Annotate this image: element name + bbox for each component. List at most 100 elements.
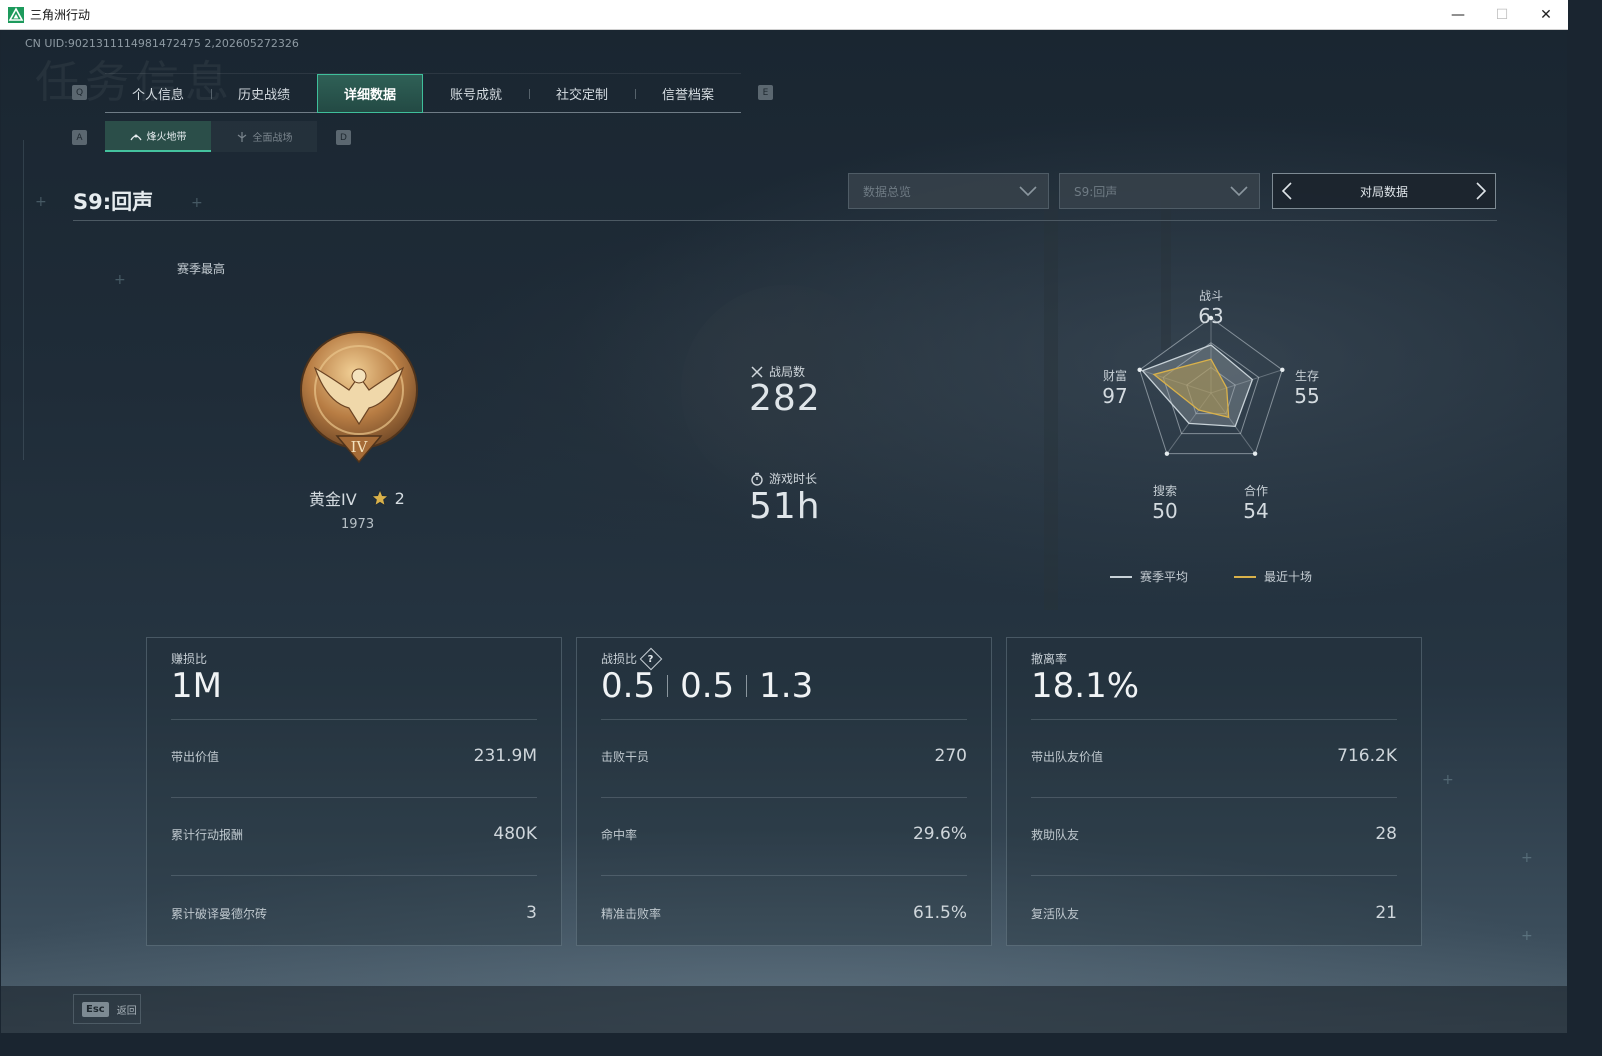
radar-axis-label: 搜索 [1152, 484, 1177, 498]
card-row: 复活队友 21 [1031, 903, 1397, 923]
legend-label: 最近十场 [1264, 570, 1313, 584]
card-big-value: 0.5 0.5 1.3 [601, 666, 813, 706]
row-label: 击败干员 [601, 749, 650, 764]
rank-score: 1973 [341, 517, 375, 532]
legend-season-avg: 赛季平均 [1110, 568, 1188, 585]
back-button[interactable]: Esc 返回 [73, 994, 141, 1024]
card-divider [1031, 875, 1397, 876]
playtime-label: 游戏时长 [769, 472, 818, 486]
card-divider [601, 797, 967, 798]
card-row: 带出队友价值 716.2K [1031, 746, 1397, 766]
key-hint-a: A [72, 130, 87, 145]
season-best-label: 赛季最高 [177, 262, 226, 276]
value-separator [667, 675, 669, 697]
game-stage: 任务信息 + + + + + + CN UID:9021311114981472… [1, 30, 1567, 1033]
ability-radar: 战斗 63 生存 55 合作 54 搜索 50 财富 97 [1091, 275, 1331, 535]
key-hint-q: Q [72, 85, 87, 100]
card-label: 赚损比 [171, 650, 207, 667]
minimize-button[interactable]: — [1436, 0, 1480, 30]
card-big-text: 18.1% [1031, 666, 1140, 706]
row-value: 21 [1375, 903, 1397, 923]
card-row: 精准击败率 61.5% [601, 903, 967, 923]
card-label-text: 战损比 [601, 652, 638, 666]
radar-axis-value: 63 [1198, 304, 1224, 328]
dropdown-value: S9:回声 [1074, 184, 1118, 199]
kd-part: 0.5 [680, 666, 735, 706]
season-title: S9:回声 [73, 190, 154, 214]
crosshair-decor-icon: + [1521, 850, 1533, 866]
card-divider [171, 875, 537, 876]
card-row: 带出价值 231.9M [171, 746, 537, 766]
legend-swatch [1110, 575, 1132, 578]
row-value: 29.6% [912, 824, 967, 844]
profit-loss-card: 赚损比 1M 带出价值 231.9M 累计行动报酬 480K 累计破译曼德尔砖 … [146, 637, 562, 946]
row-label: 带出价值 [171, 749, 220, 764]
card-label: 战损比 ? [601, 647, 663, 670]
tab-achievements[interactable]: 账号成就 [423, 74, 529, 113]
legend-recent-ten: 最近十场 [1234, 568, 1312, 585]
kd-ratio-card: 战损比 ? 0.5 0.5 1.3 击败干员 270 命中率 29.6% 精准击… [576, 637, 992, 946]
card-divider [171, 719, 537, 720]
chevron-down-icon [1019, 186, 1037, 197]
playtime-value: 51h [749, 486, 821, 527]
row-value: 61.5% [912, 903, 967, 923]
bottom-bar [1, 986, 1567, 1033]
card-row: 救助队友 28 [1031, 824, 1397, 844]
radar-axis-label: 战斗 [1198, 289, 1223, 303]
radar-axis-value: 54 [1243, 499, 1269, 523]
row-label: 精准击败率 [601, 906, 662, 921]
matches-value: 282 [749, 378, 821, 419]
row-value: 3 [526, 903, 537, 923]
radar-axis-value: 97 [1102, 384, 1128, 408]
radar-axis-value: 55 [1294, 384, 1320, 408]
chevron-left-icon[interactable] [1281, 181, 1293, 201]
close-button[interactable]: ✕ [1524, 0, 1568, 30]
data-view-dropdown[interactable]: 数据总览 [848, 173, 1049, 209]
card-row: 累计破译曼德尔砖 3 [171, 903, 537, 923]
data-type-pager: 对局数据 [1272, 173, 1496, 209]
subtab-label: 烽火地带 [146, 132, 187, 143]
row-value: 270 [934, 746, 967, 766]
stopwatch-icon [751, 472, 763, 486]
row-label: 命中率 [601, 827, 638, 842]
crossed-swords-icon [751, 365, 763, 378]
chevron-right-icon[interactable] [1475, 181, 1487, 201]
row-label: 累计破译曼德尔砖 [171, 906, 268, 921]
crosshair-decor-icon: + [191, 195, 203, 211]
back-label: 返回 [116, 1005, 137, 1017]
tab-credit-record[interactable]: 信誉档案 [635, 74, 741, 113]
playtime-label-group: 游戏时长 [750, 470, 817, 487]
player-uid: CN UID:9021311114981472475 2,20260527232… [25, 37, 299, 50]
tab-match-history[interactable]: 历史战绩 [211, 74, 317, 113]
card-divider [171, 797, 537, 798]
rank-name: 黄金IV [309, 490, 357, 509]
card-big-value: 1M [171, 666, 222, 706]
card-big-text: 1M [171, 666, 222, 706]
maximize-button[interactable]: ☐ [1480, 0, 1524, 30]
tab-detailed-data[interactable]: 详细数据 [317, 74, 423, 113]
rank-info: 黄金IV 2 [309, 486, 405, 510]
subtab-hazard-zone[interactable]: 烽火地带 [105, 121, 211, 152]
window-titlebar: 三角洲行动 — ☐ ✕ [0, 0, 1568, 30]
tab-personal-info[interactable]: 个人信息 [105, 74, 211, 113]
radar-vertex [1137, 367, 1142, 373]
card-label-text: 撤离率 [1031, 652, 1068, 666]
season-dropdown[interactable]: S9:回声 [1059, 173, 1260, 209]
row-label: 累计行动报酬 [171, 827, 244, 842]
header-divider [73, 220, 1497, 221]
hazard-zone-icon [129, 134, 142, 140]
kd-part: 0.5 [601, 666, 656, 706]
radar-axis-label: 生存 [1294, 369, 1319, 383]
card-label-text: 赚损比 [171, 652, 208, 666]
mode-subtabs: 烽火地带 全面战场 [105, 121, 317, 152]
subtab-battlefield[interactable]: 全面战场 [211, 121, 317, 152]
card-label: 撤离率 [1031, 650, 1067, 667]
row-label: 救助队友 [1031, 827, 1080, 842]
card-row: 累计行动报酬 480K [171, 824, 537, 844]
crosshair-decor-icon: + [114, 272, 126, 288]
card-divider [1031, 719, 1397, 720]
battlefield-icon [237, 131, 246, 142]
row-label: 带出队友价值 [1031, 749, 1104, 764]
tab-social-custom[interactable]: 社交定制 [529, 74, 635, 113]
key-hint-e: E [758, 85, 773, 100]
